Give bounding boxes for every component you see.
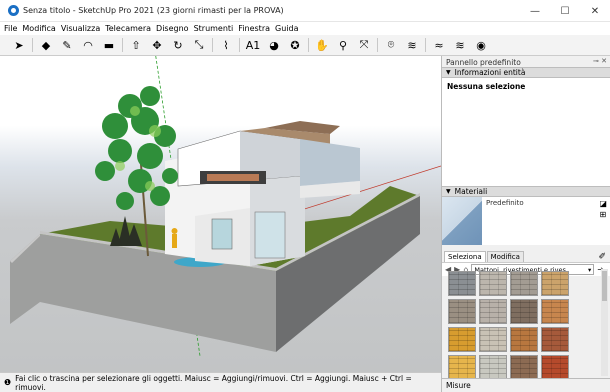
- material-swatch[interactable]: [541, 327, 569, 352]
- material-swatch[interactable]: [479, 299, 507, 324]
- material-swatch[interactable]: [448, 271, 476, 296]
- eyedropper-icon[interactable]: ✐: [598, 252, 606, 262]
- orbit-icon[interactable]: ✪: [286, 36, 304, 54]
- materials-header[interactable]: ▼ Materiali: [442, 186, 610, 197]
- entity-info-title: Informazioni entità: [454, 68, 526, 77]
- toolbar-separator: [239, 38, 240, 52]
- pan-icon[interactable]: ✋: [313, 36, 331, 54]
- material-swatch[interactable]: [541, 355, 569, 380]
- 3d-viewport[interactable]: [0, 56, 441, 372]
- material-swatch[interactable]: [510, 299, 538, 324]
- push-pull-icon[interactable]: ⇧: [127, 36, 145, 54]
- zoom-icon[interactable]: ⚲: [334, 36, 352, 54]
- material-tools: ◪ ⊞: [599, 198, 607, 220]
- window-controls: — ☐ ✕: [520, 0, 610, 22]
- arc-icon[interactable]: ◠: [79, 36, 97, 54]
- rectangle-icon[interactable]: ▬: [100, 36, 118, 54]
- menu-visualizza[interactable]: Visualizza: [61, 24, 100, 33]
- tree-foliage: [95, 86, 178, 210]
- material-swatch[interactable]: [448, 299, 476, 324]
- default-tray: Pannello predefinito ⊸ ✕ ▼ Informazioni …: [441, 56, 610, 392]
- toolbar-separator: [308, 38, 309, 52]
- materials-title: Materiali: [454, 187, 488, 196]
- close-button[interactable]: ✕: [580, 0, 610, 22]
- status-bar: ❶ Fai clic o trascina per selezionare gl…: [0, 372, 441, 392]
- toolbar-separator: [425, 38, 426, 52]
- entity-info-header[interactable]: ▼ Informazioni entità: [442, 67, 610, 78]
- menu-finestra[interactable]: Finestra: [238, 24, 270, 33]
- status-text: Fai clic o trascina per selezionare gli …: [15, 373, 412, 392]
- model-scene: [10, 56, 441, 357]
- toolbar-separator: [32, 38, 33, 52]
- window-title: Senza titolo - SketchUp Pro 2021 (23 gio…: [23, 6, 284, 15]
- tab-seleziona[interactable]: Seleziona: [444, 251, 486, 262]
- material-swatch[interactable]: [541, 299, 569, 324]
- menu-telecamera[interactable]: Telecamera: [105, 24, 151, 33]
- tape-measure-icon[interactable]: ⌇: [217, 36, 235, 54]
- swatch-scrollbar[interactable]: [601, 269, 608, 376]
- collapse-icon: ▼: [446, 188, 451, 195]
- materials-tabs: Seleziona Modifica ✐: [442, 249, 610, 262]
- sketchup-logo-icon: [8, 5, 19, 16]
- house-glass-door: [254, 211, 286, 259]
- side-wing: [300, 139, 360, 186]
- material-swatch[interactable]: [448, 355, 476, 380]
- material-swatch[interactable]: [479, 271, 507, 296]
- material-swatch[interactable]: [448, 327, 476, 352]
- material-swatch[interactable]: [479, 355, 507, 380]
- pencil-icon[interactable]: ✎: [58, 36, 76, 54]
- measurements-label: Misure: [446, 381, 471, 390]
- text-icon[interactable]: A1: [244, 36, 262, 54]
- warehouse-icon[interactable]: ⌾: [382, 36, 400, 54]
- menu-disegno[interactable]: Disegno: [156, 24, 189, 33]
- paint-bucket-icon[interactable]: ◕: [265, 36, 283, 54]
- toolbar-separator: [377, 38, 378, 52]
- rotate-icon[interactable]: ↻: [169, 36, 187, 54]
- move-icon[interactable]: ✥: [148, 36, 166, 54]
- material-swatch[interactable]: [510, 355, 538, 380]
- eraser-icon[interactable]: ◆: [37, 36, 55, 54]
- minimize-button[interactable]: —: [520, 0, 550, 22]
- material-swatch-grid: [446, 269, 572, 380]
- house-window: [211, 218, 233, 250]
- material-swatch[interactable]: [510, 271, 538, 296]
- paint-bucket-icon[interactable]: ◪: [599, 198, 607, 209]
- tray-title: Pannello predefinito: [446, 58, 521, 67]
- select-icon[interactable]: ➤: [10, 36, 28, 54]
- extension-manager-icon[interactable]: ≋: [451, 36, 469, 54]
- menu-file[interactable]: File: [4, 24, 17, 33]
- current-material-swatch: [442, 197, 482, 245]
- layout-icon[interactable]: ≈: [430, 36, 448, 54]
- info-icon: ❶: [4, 378, 12, 387]
- material-swatch[interactable]: [510, 327, 538, 352]
- selection-status: Nessuna selezione: [447, 82, 526, 91]
- toolbar-separator: [212, 38, 213, 52]
- material-swatch[interactable]: [541, 271, 569, 296]
- account-icon[interactable]: ◉: [472, 36, 490, 54]
- scale-icon[interactable]: ⤡: [190, 36, 208, 54]
- main-toolbar: ➤ ◆ ✎ ◠ ▬ ⇧ ✥ ↻ ⤡ ⌇ A1 ◕ ✪ ✋ ⚲ ⤧ ⌾ ≋ ≈ ≋ ◉: [0, 35, 610, 56]
- material-preview: Predefinito ◪ ⊞: [442, 197, 610, 245]
- collapse-icon: ▼: [446, 69, 451, 76]
- measurements-box[interactable]: Misure: [442, 378, 610, 392]
- title-bar: Senza titolo - SketchUp Pro 2021 (23 gio…: [0, 0, 610, 22]
- current-material-name: Predefinito: [486, 199, 524, 207]
- zoom-extents-icon[interactable]: ⤧: [355, 36, 373, 54]
- chevron-down-icon: ▾: [588, 265, 592, 274]
- menu-bar: File Modifica Visualizza Telecamera Disegno S…: [0, 22, 610, 35]
- toolbar-separator: [122, 38, 123, 52]
- person-figure: [172, 234, 177, 248]
- maximize-button[interactable]: ☐: [550, 0, 580, 22]
- create-material-icon[interactable]: ⊞: [599, 209, 607, 220]
- tab-modifica[interactable]: Modifica: [486, 251, 524, 262]
- menu-strumenti[interactable]: Strumenti: [194, 24, 234, 33]
- entity-info-body: Nessuna selezione: [442, 78, 610, 186]
- tray-pin-icon[interactable]: ⊸ ✕: [593, 57, 607, 65]
- material-swatch[interactable]: [479, 327, 507, 352]
- menu-modifica[interactable]: Modifica: [22, 24, 55, 33]
- menu-guida[interactable]: Guida: [275, 24, 298, 33]
- extension-warehouse-icon[interactable]: ≋: [403, 36, 421, 54]
